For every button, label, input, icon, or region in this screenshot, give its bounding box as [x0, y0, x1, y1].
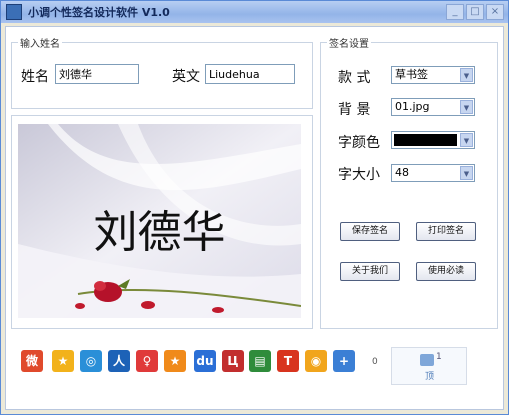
thumbs-up-icon	[420, 354, 434, 366]
background-value: 01.jpg	[395, 100, 430, 113]
settings-legend: 签名设置	[329, 39, 369, 50]
renren-icon[interactable]: 人	[108, 350, 130, 372]
minimize-button[interactable]: _	[446, 4, 464, 20]
baidu-icon[interactable]: du	[194, 350, 216, 372]
like-button[interactable]: 1 顶	[391, 347, 467, 385]
title-bar: 小调个性签名设计软件 V1.0 _ □ ×	[1, 1, 508, 23]
style-label: 款 式	[338, 70, 371, 86]
color-swatch	[394, 134, 457, 146]
chevron-down-icon[interactable]: ▼	[460, 166, 473, 180]
sina-blog-icon[interactable]: ▤	[249, 350, 271, 372]
pengyou-icon[interactable]: ★	[164, 350, 186, 372]
english-name-label: 英文	[172, 69, 200, 85]
help-button[interactable]: 使用必读	[416, 262, 476, 281]
app-icon	[6, 4, 22, 20]
font-size-label: 字大小	[338, 167, 380, 183]
maximize-button[interactable]: □	[466, 4, 484, 20]
share-count: 0	[372, 357, 378, 367]
weibo-icon[interactable]: 微	[21, 350, 43, 372]
input-name-legend: 输入姓名	[20, 39, 60, 50]
douban-icon[interactable]: Ц	[222, 350, 244, 372]
window-title: 小调个性签名设计软件 V1.0	[28, 6, 170, 19]
tianya-icon[interactable]: T	[277, 350, 299, 372]
font-size-select[interactable]: 48 ▼	[391, 164, 475, 182]
font-color-label: 字颜色	[338, 135, 380, 151]
signature-text: 刘德华	[93, 207, 226, 258]
background-select[interactable]: 01.jpg ▼	[391, 98, 475, 116]
like-count: 1	[436, 352, 442, 362]
chevron-down-icon[interactable]: ▼	[460, 133, 473, 147]
save-signature-button[interactable]: 保存签名	[340, 222, 400, 241]
tencent-weibo-icon[interactable]: ◎	[80, 350, 102, 372]
about-us-button[interactable]: 关于我们	[340, 262, 400, 281]
english-name-field[interactable]: Liudehua	[205, 64, 295, 84]
style-select[interactable]: 草书签 ▼	[391, 66, 475, 84]
app-window: 小调个性签名设计软件 V1.0 _ □ × 输入姓名 姓名 刘德华 英文 Liu…	[0, 0, 509, 415]
print-signature-button[interactable]: 打印签名	[416, 222, 476, 241]
style-value: 草书签	[395, 68, 428, 81]
kaixin-icon[interactable]: ♀	[136, 350, 158, 372]
background-label: 背 景	[338, 102, 371, 118]
more-icon[interactable]: +	[333, 350, 355, 372]
signature-preview: 刘德华	[18, 124, 301, 318]
close-button[interactable]: ×	[486, 4, 504, 20]
qzone-icon[interactable]: ★	[52, 350, 74, 372]
font-size-value: 48	[395, 166, 409, 179]
chevron-down-icon[interactable]: ▼	[460, 68, 473, 82]
name-label: 姓名	[21, 69, 49, 85]
qq-icon[interactable]: ◉	[305, 350, 327, 372]
name-field[interactable]: 刘德华	[55, 64, 139, 84]
client-area: 输入姓名 姓名 刘德华 英文 Liudehua 刘德华 签名设置 款 式 草书签…	[5, 26, 504, 410]
like-label: 顶	[425, 372, 435, 382]
font-color-select[interactable]: ▼	[391, 131, 475, 149]
chevron-down-icon[interactable]: ▼	[460, 100, 473, 114]
